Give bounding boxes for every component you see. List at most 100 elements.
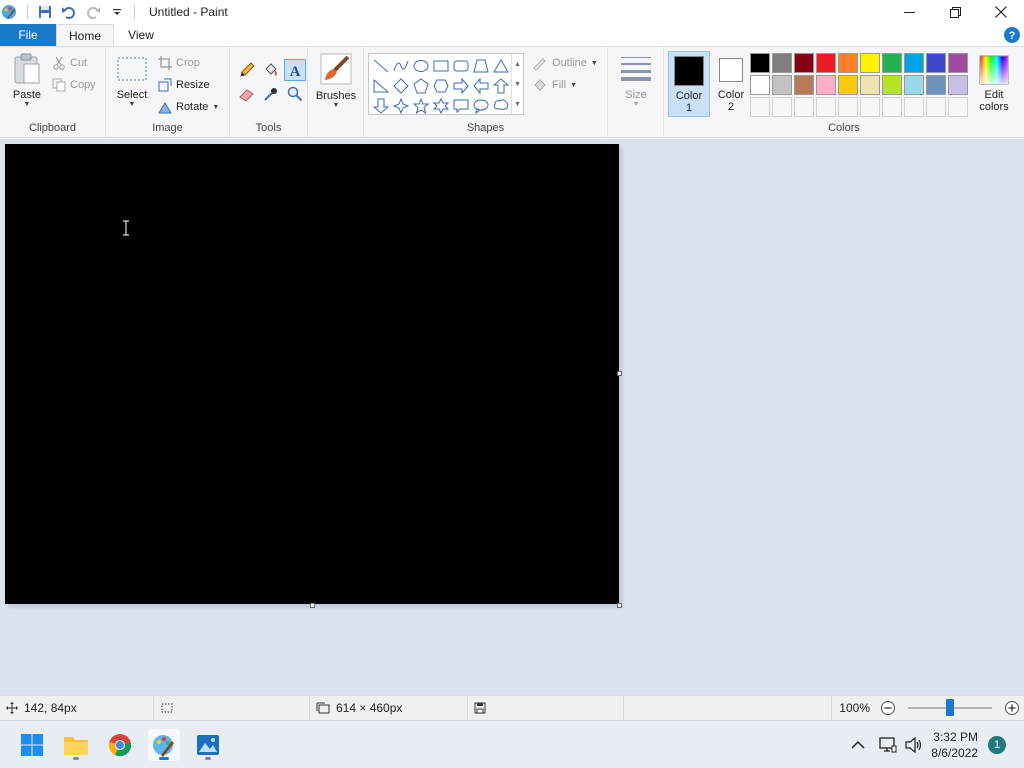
edit-colors-button[interactable]: Edit colors — [974, 51, 1014, 117]
crop-button[interactable]: Crop — [158, 53, 200, 73]
color1-selector[interactable]: Color 1 — [668, 51, 710, 117]
zoom-slider[interactable] — [908, 699, 992, 716]
start-button[interactable] — [16, 729, 48, 761]
oval-shape-icon[interactable] — [411, 56, 431, 76]
save-icon[interactable] — [36, 3, 54, 21]
eraser-icon[interactable] — [236, 83, 258, 105]
drawing-canvas[interactable] — [5, 144, 619, 604]
undo-icon[interactable] — [60, 3, 78, 21]
right-arrow-shape-icon[interactable] — [451, 76, 471, 96]
zoom-slider-thumb[interactable] — [946, 699, 954, 716]
text-tool-icon[interactable]: A — [284, 59, 306, 81]
canvas-workspace[interactable] — [0, 139, 1024, 695]
gallery-expand-icon[interactable]: ▼ — [514, 101, 521, 108]
right-triangle-shape-icon[interactable] — [371, 76, 391, 96]
rectangle-shape-icon[interactable] — [431, 56, 451, 76]
rotate-button[interactable]: Rotate ▼ — [158, 97, 219, 117]
custom-palette-slot[interactable] — [882, 97, 902, 117]
fill-bucket-icon[interactable] — [260, 59, 282, 81]
palette-swatch[interactable] — [882, 53, 902, 73]
triangle-shape-icon[interactable] — [491, 56, 511, 76]
six-point-star-shape-icon[interactable] — [431, 96, 451, 116]
custom-palette-slot[interactable] — [750, 97, 770, 117]
paste-dropdown-icon[interactable]: ▼ — [24, 101, 31, 108]
select-dropdown-icon[interactable]: ▼ — [129, 101, 136, 108]
custom-palette-slot[interactable] — [904, 97, 924, 117]
pencil-icon[interactable] — [236, 59, 258, 81]
tab-home[interactable]: Home — [56, 24, 114, 46]
restore-button[interactable] — [932, 0, 978, 24]
canvas-resize-handle-right[interactable] — [617, 371, 622, 376]
palette-swatch[interactable] — [816, 75, 836, 95]
scroll-down-icon[interactable]: ▼ — [514, 81, 521, 88]
up-arrow-shape-icon[interactable] — [491, 76, 511, 96]
zoom-out-icon[interactable] — [880, 700, 896, 716]
paint-app-icon[interactable] — [1, 4, 17, 20]
custom-palette-slot[interactable] — [816, 97, 836, 117]
zoom-in-icon[interactable] — [1004, 700, 1020, 716]
outline-button[interactable]: Outline ▼ — [532, 53, 598, 73]
paste-button[interactable]: Paste ▼ — [8, 53, 46, 108]
color2-selector[interactable]: Color 2 — [710, 51, 752, 117]
canvas-resize-handle-corner[interactable] — [617, 603, 622, 608]
palette-swatch[interactable] — [860, 75, 880, 95]
canvas-resize-handle-bottom[interactable] — [310, 603, 315, 608]
custom-palette-slot[interactable] — [794, 97, 814, 117]
shapes-gallery-scroll[interactable]: ▲ ▼ ▼ — [511, 54, 523, 114]
tab-view[interactable]: View — [114, 24, 168, 46]
palette-swatch[interactable] — [948, 75, 968, 95]
oval-callout-shape-icon[interactable] — [471, 96, 491, 116]
curve-shape-icon[interactable] — [391, 56, 411, 76]
palette-swatch[interactable] — [750, 53, 770, 73]
volume-icon[interactable] — [905, 737, 923, 753]
rounded-rectangle-shape-icon[interactable] — [451, 56, 471, 76]
cut-button[interactable]: Cut — [52, 53, 87, 73]
color-picker-icon[interactable] — [260, 83, 282, 105]
palette-swatch[interactable] — [794, 75, 814, 95]
network-icon[interactable] — [879, 737, 897, 753]
fill-button[interactable]: Fill ▼ — [532, 75, 577, 95]
hexagon-shape-icon[interactable] — [431, 76, 451, 96]
palette-swatch[interactable] — [860, 53, 880, 73]
palette-swatch[interactable] — [816, 53, 836, 73]
palette-swatch[interactable] — [838, 53, 858, 73]
palette-swatch[interactable] — [772, 75, 792, 95]
custom-palette-slot[interactable] — [838, 97, 858, 117]
palette-swatch[interactable] — [750, 75, 770, 95]
pentagon-shape-icon[interactable] — [411, 76, 431, 96]
left-arrow-shape-icon[interactable] — [471, 76, 491, 96]
resize-button[interactable]: Resize — [158, 75, 210, 95]
tab-file[interactable]: File — [0, 24, 56, 46]
five-point-star-shape-icon[interactable] — [411, 96, 431, 116]
down-arrow-shape-icon[interactable] — [371, 96, 391, 116]
palette-swatch[interactable] — [904, 53, 924, 73]
chrome-taskbar-button[interactable] — [104, 729, 136, 761]
minimize-button[interactable] — [886, 0, 932, 24]
palette-swatch[interactable] — [926, 75, 946, 95]
file-explorer-taskbar-button[interactable] — [60, 729, 92, 761]
cloud-callout-shape-icon[interactable] — [491, 96, 511, 116]
chevron-up-icon[interactable] — [851, 740, 865, 750]
palette-swatch[interactable] — [838, 75, 858, 95]
help-icon[interactable]: ? — [1003, 26, 1021, 44]
palette-swatch[interactable] — [904, 75, 924, 95]
palette-swatch[interactable] — [794, 53, 814, 73]
close-button[interactable] — [978, 0, 1024, 24]
select-button[interactable]: Select ▼ — [114, 55, 150, 108]
rectangular-callout-shape-icon[interactable] — [451, 96, 471, 116]
size-button[interactable]: Size ▼ — [616, 55, 656, 108]
redo-icon[interactable] — [84, 3, 102, 21]
custom-palette-slot[interactable] — [926, 97, 946, 117]
brushes-button[interactable]: Brushes ▼ — [312, 53, 360, 109]
polygon-shape-icon[interactable] — [471, 56, 491, 76]
palette-swatch[interactable] — [926, 53, 946, 73]
custom-palette-slot[interactable] — [948, 97, 968, 117]
scroll-up-icon[interactable]: ▲ — [514, 61, 521, 68]
custom-palette-slot[interactable] — [772, 97, 792, 117]
palette-swatch[interactable] — [948, 53, 968, 73]
four-point-star-shape-icon[interactable] — [391, 96, 411, 116]
diamond-shape-icon[interactable] — [391, 76, 411, 96]
notification-badge[interactable]: 1 — [988, 736, 1006, 754]
copy-button[interactable]: Copy — [52, 75, 96, 95]
paint-taskbar-button[interactable] — [148, 729, 180, 761]
